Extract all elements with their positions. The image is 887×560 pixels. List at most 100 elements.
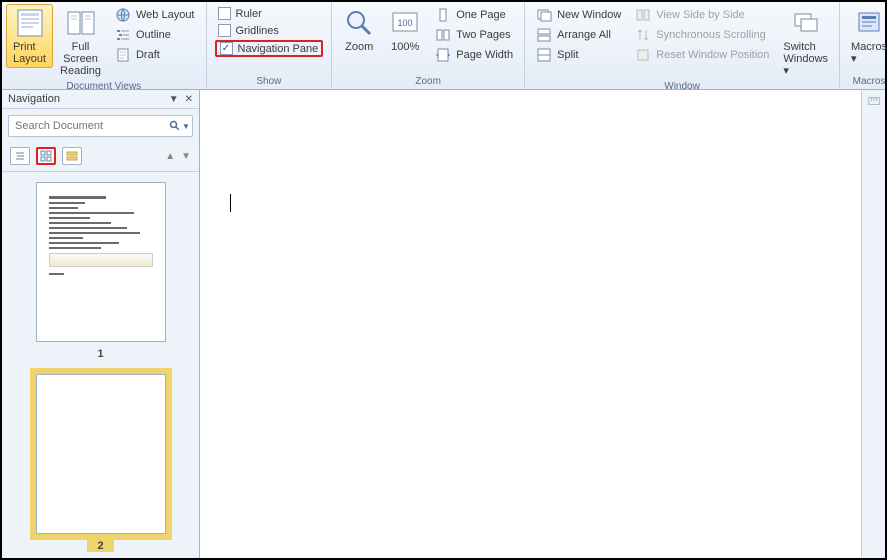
tab-results[interactable]: [62, 147, 82, 165]
split-icon: [536, 47, 552, 63]
hundred-icon: 100: [389, 7, 421, 39]
navigation-title: Navigation: [8, 93, 60, 105]
search-button[interactable]: ▼: [163, 116, 196, 136]
one-page-button[interactable]: One Page: [432, 6, 516, 24]
group-label-macros: Macros: [844, 75, 887, 89]
one-page-label: One Page: [456, 9, 506, 21]
switch-windows-button[interactable]: Switch Windows ▾: [776, 4, 835, 80]
chevron-down-icon[interactable]: ▼: [169, 94, 179, 105]
thumbnail-page-2[interactable]: 2: [16, 374, 185, 552]
hundred-percent-button[interactable]: 100 100%: [382, 4, 428, 56]
outline-button[interactable]: Outline: [112, 26, 198, 44]
search-icon: [169, 120, 181, 132]
group-window: New Window Arrange All Split View Side b…: [525, 2, 840, 89]
ruler-label: Ruler: [236, 8, 262, 20]
split-button[interactable]: Split: [533, 46, 624, 64]
reset-pos-button: Reset Window Position: [632, 46, 772, 64]
ruler-checkbox[interactable]: Ruler: [215, 6, 324, 21]
two-pages-button[interactable]: Two Pages: [432, 26, 516, 44]
thumbnail-number: 2: [87, 540, 113, 552]
new-window-button[interactable]: New Window: [533, 6, 624, 24]
gridlines-checkbox[interactable]: Gridlines: [215, 23, 324, 38]
arrange-all-icon: [536, 27, 552, 43]
web-layout-button[interactable]: Web Layout: [112, 6, 198, 24]
checkbox-checked-icon: ✓: [220, 42, 233, 55]
split-label: Split: [557, 49, 578, 61]
print-layout-icon: [14, 7, 46, 39]
macros-label: Macros ▾: [851, 41, 887, 65]
reset-pos-label: Reset Window Position: [656, 49, 769, 61]
results-tab-icon: [66, 150, 78, 162]
sync-scroll-icon: [635, 27, 651, 43]
reset-pos-icon: [635, 47, 651, 63]
thumbnail-preview: [36, 182, 166, 342]
headings-tab-icon: [14, 150, 26, 162]
full-screen-label: Full Screen Reading: [60, 41, 101, 77]
text-cursor: [230, 194, 231, 212]
macros-button[interactable]: Macros ▾: [844, 4, 887, 68]
side-by-side-label: View Side by Side: [656, 9, 744, 21]
ruler-toggle-icon[interactable]: [867, 94, 881, 108]
print-layout-button[interactable]: Print Layout: [6, 4, 53, 68]
side-by-side-icon: [635, 7, 651, 23]
new-window-label: New Window: [557, 9, 621, 21]
thumbnails-tab-icon: [40, 150, 52, 162]
gridlines-label: Gridlines: [236, 25, 279, 37]
view-side-by-side-button: View Side by Side: [632, 6, 772, 24]
tab-headings[interactable]: [10, 147, 30, 165]
thumbnail-preview: [36, 374, 166, 534]
zoom-button[interactable]: Zoom: [336, 4, 382, 56]
navigation-pane-checkbox[interactable]: ✓ Navigation Pane: [215, 40, 324, 57]
tab-thumbnails[interactable]: [36, 147, 56, 165]
book-icon: [65, 7, 97, 39]
new-window-icon: [536, 7, 552, 23]
draft-icon: [115, 47, 131, 63]
hundred-label: 100%: [391, 41, 419, 53]
navigation-pane: Navigation ▼ ✕ ▼ ▲: [2, 90, 200, 558]
web-layout-label: Web Layout: [136, 9, 195, 21]
group-zoom: Zoom 100 100% One Page Two Pages Page Wi…: [332, 2, 525, 89]
two-pages-icon: [435, 27, 451, 43]
group-label-zoom: Zoom: [336, 75, 520, 89]
group-document-views: Print Layout Full Screen Reading Web Lay…: [2, 2, 207, 89]
draft-label: Draft: [136, 49, 160, 61]
switch-windows-icon: [790, 7, 822, 39]
thumbnail-number: 1: [97, 348, 103, 360]
dropdown-caret-icon: ▼: [182, 122, 190, 131]
group-show: Ruler Gridlines ✓ Navigation Pane Show: [207, 2, 333, 89]
full-screen-reading-button[interactable]: Full Screen Reading: [53, 4, 108, 80]
group-macros: Macros ▾ Macros: [840, 2, 887, 89]
right-gutter: [861, 90, 885, 558]
group-label-show: Show: [211, 75, 328, 89]
outline-label: Outline: [136, 29, 171, 41]
navigation-header: Navigation ▼ ✕: [2, 90, 199, 109]
page-width-label: Page Width: [456, 49, 513, 61]
checkbox-empty-icon: [218, 7, 231, 20]
search-box[interactable]: ▼: [8, 115, 193, 137]
switch-windows-label: Switch Windows ▾: [783, 41, 828, 77]
zoom-label: Zoom: [345, 41, 373, 53]
print-layout-label: Print Layout: [13, 41, 46, 65]
sync-scroll-button: Synchronous Scrolling: [632, 26, 772, 44]
sync-scroll-label: Synchronous Scrolling: [656, 29, 765, 41]
document-area[interactable]: [200, 90, 885, 558]
search-input[interactable]: [9, 116, 163, 136]
arrange-all-button[interactable]: Arrange All: [533, 26, 624, 44]
checkbox-empty-icon: [218, 24, 231, 37]
thumbnail-page-1[interactable]: 1: [16, 182, 185, 360]
thumbnails-list[interactable]: 1 2: [2, 172, 199, 558]
macros-icon: [853, 7, 885, 39]
page-width-icon: [435, 47, 451, 63]
close-icon[interactable]: ✕: [185, 94, 193, 105]
draft-button[interactable]: Draft: [112, 46, 198, 64]
workspace: Navigation ▼ ✕ ▼ ▲: [2, 90, 885, 558]
magnifier-icon: [343, 7, 375, 39]
arrange-all-label: Arrange All: [557, 29, 611, 41]
ribbon: Print Layout Full Screen Reading Web Lay…: [2, 2, 885, 90]
prev-result-icon[interactable]: ▲: [165, 151, 175, 162]
navigation-pane-label: Navigation Pane: [238, 43, 319, 55]
next-result-icon[interactable]: ▼: [181, 151, 191, 162]
globe-icon: [115, 7, 131, 23]
page-width-button[interactable]: Page Width: [432, 46, 516, 64]
nav-tabs: ▲ ▼: [2, 143, 199, 172]
